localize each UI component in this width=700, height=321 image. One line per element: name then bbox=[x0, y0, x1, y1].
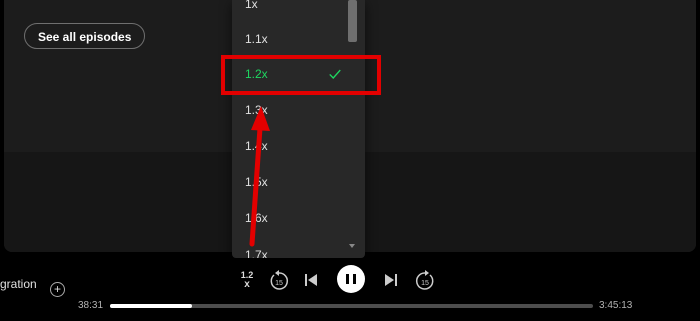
pause-icon bbox=[346, 274, 349, 284]
skip-back-seconds: 15 bbox=[275, 280, 283, 287]
skip-back-15-icon[interactable]: 15 bbox=[268, 270, 290, 292]
previous-icon[interactable] bbox=[303, 272, 319, 288]
progress-bar[interactable] bbox=[110, 304, 593, 308]
playback-speed-button[interactable]: 1.2 x bbox=[238, 271, 256, 291]
total-time: 3:45:13 bbox=[599, 300, 633, 311]
speed-suffix: x bbox=[244, 279, 250, 290]
plus-circle-icon[interactable]: + bbox=[50, 282, 65, 297]
skip-forward-15-icon[interactable]: 15 bbox=[414, 270, 436, 292]
pause-button[interactable] bbox=[337, 265, 365, 293]
next-icon[interactable] bbox=[383, 272, 399, 288]
elapsed-time: 38:31 bbox=[78, 300, 104, 311]
progress-fill bbox=[110, 304, 193, 308]
skip-forward-seconds: 15 bbox=[421, 280, 429, 287]
now-playing-title[interactable]: gration bbox=[0, 277, 37, 291]
